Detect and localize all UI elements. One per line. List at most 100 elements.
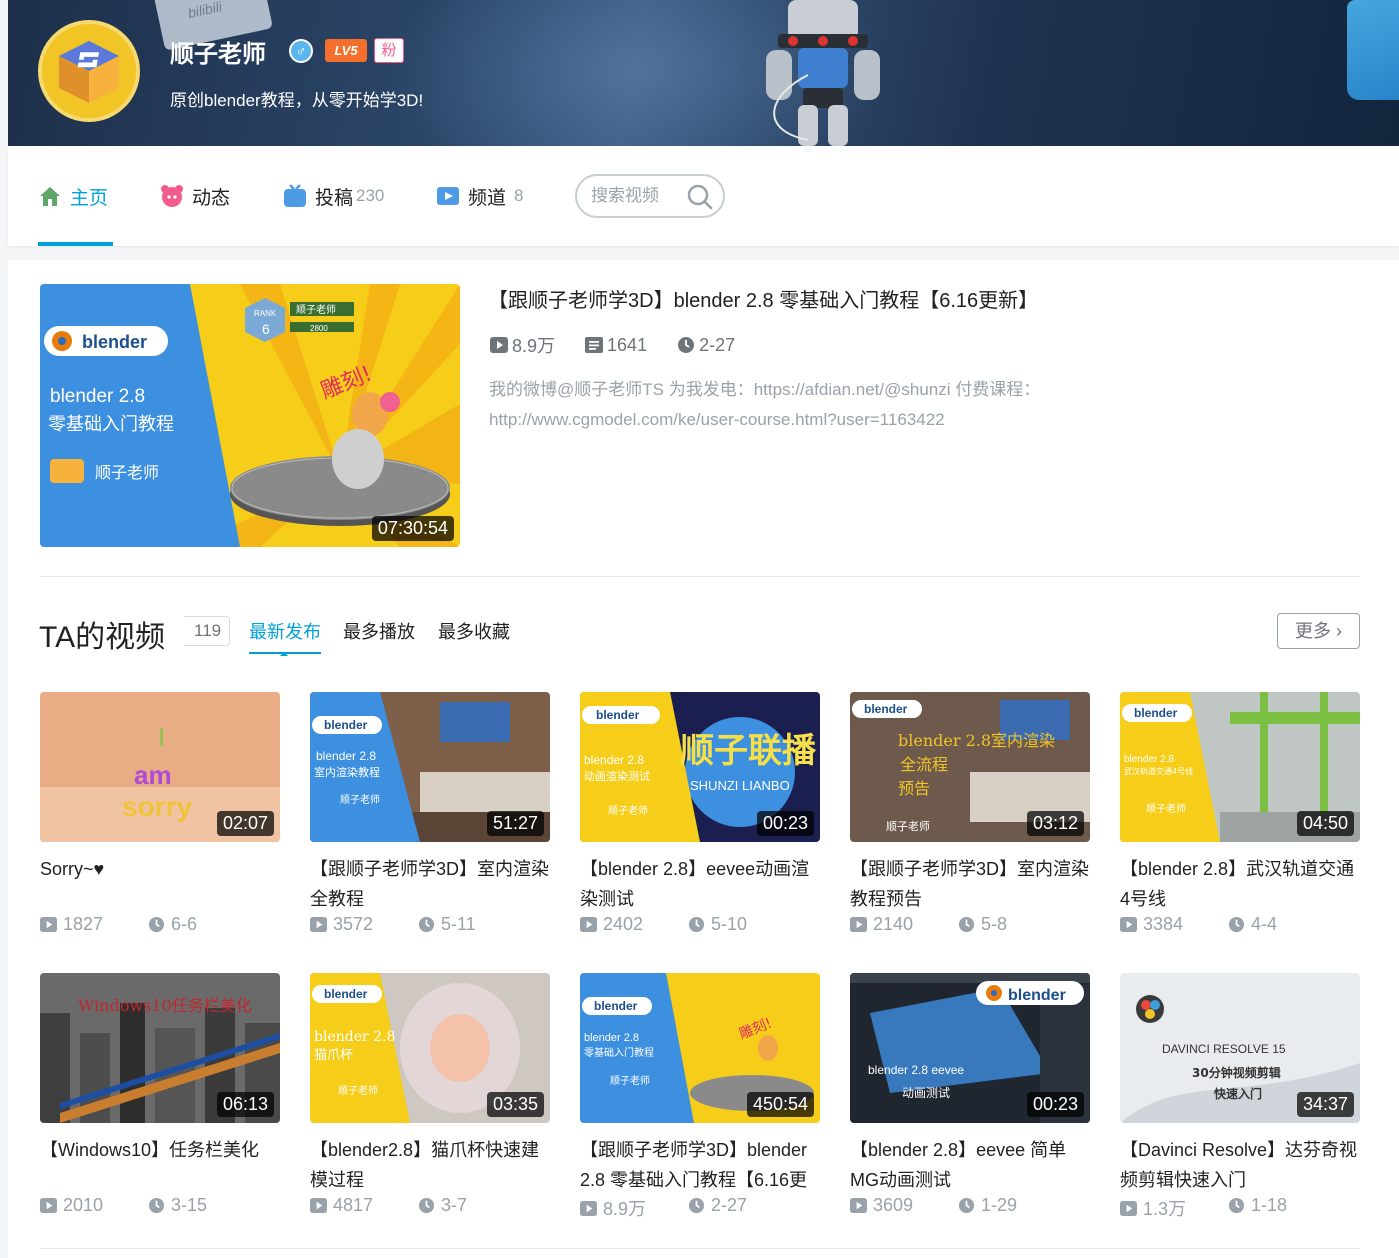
tv-icon [284, 184, 306, 207]
video-title[interactable]: 【blender 2.8】eevee动画渲染测试 [580, 854, 820, 914]
video-duration: 02:07 [216, 811, 274, 836]
video-play-count: 2140 [873, 914, 914, 934]
tab-dynamic-label: 动态 [192, 187, 231, 209]
username: 顺子老师 [170, 41, 266, 68]
featured-cover-image: blender blender 2.8 零基础入门教程 顺子老师 RANK 6 … [40, 284, 460, 547]
danmaku-icon [585, 337, 604, 353]
featured-video-title[interactable]: 【跟顺子老师学3D】blender 2.8 零基础入门教程【6.16更新】 [488, 284, 1038, 313]
channel-icon [437, 187, 459, 205]
thumb-word: 武汉轨道交通4号线 [1124, 766, 1193, 776]
video-play-count: 3572 [333, 914, 374, 934]
fan-badge[interactable]: 粉 [374, 38, 404, 63]
video-title[interactable]: 【blender 2.8】武汉轨道交通4号线 [1120, 854, 1360, 914]
thumb-word: blender [596, 708, 640, 722]
banner-robot-illustration [766, 0, 880, 146]
video-date: 2-27 [711, 1195, 748, 1215]
video-title[interactable]: 【Windows10】任务栏美化 [40, 1135, 280, 1165]
thumb-word: I [158, 722, 165, 752]
video-title[interactable]: 【Davinci Resolve】达芬奇视频剪辑快速入门 [1120, 1135, 1360, 1195]
video-card[interactable]: Windows10任务栏美化 06:13 【Windows10】任务栏美化 20… [40, 973, 280, 1233]
video-title[interactable]: Sorry~♥ [40, 854, 280, 884]
clock-icon [688, 1197, 705, 1214]
sort-tab-newest[interactable]: 最新发布 [249, 618, 321, 644]
video-duration: 03:12 [1026, 811, 1084, 836]
video-card[interactable]: DAVINCI RESOLVE 15 30分钟视频剪辑 快速入门 34:37 【… [1120, 973, 1360, 1233]
thumb-word: SHUNZI LIANBO [690, 778, 790, 793]
sort-tab-most-favorited[interactable]: 最多收藏 [438, 618, 510, 644]
clock-icon [678, 337, 695, 353]
video-card[interactable]: blender blender 2.8 猫爪杯 顺子老师 03:35 【blen… [310, 973, 550, 1233]
video-card[interactable]: blender blender 2.8室内渲染 全流程 预告 顺子老师 03:1… [850, 692, 1090, 952]
play-count-icon [40, 916, 57, 933]
video-date: 3-15 [171, 1195, 208, 1215]
thumb-word: 顺子老师 [1146, 802, 1186, 815]
video-card[interactable]: blender blender 2.8 eevee 动画测试 00:23 【bl… [850, 973, 1090, 1233]
thumb-word: blender 2.8 [1124, 754, 1174, 765]
level-badge: LV5 [325, 39, 367, 62]
more-videos-label: 更多 [1294, 621, 1331, 641]
video-thumbnail[interactable]: Windows10任务栏美化 06:13 [40, 973, 280, 1123]
play-count-icon [310, 916, 327, 933]
video-title[interactable]: 【blender2.8】猫爪杯快速建模过程 [310, 1135, 550, 1195]
video-card[interactable]: blender blender 2.8 零基础入门教程 顺子老师 雕刻! 450… [580, 973, 820, 1233]
featured-cover-rank-name: 顺子老师 [296, 303, 336, 316]
sort-tab-most-played[interactable]: 最多播放 [343, 618, 415, 644]
video-play-count: 4817 [333, 1195, 374, 1215]
video-date: 5-11 [441, 914, 476, 934]
video-thumbnail[interactable]: blender blender 2.8 eevee 动画测试 00:23 [850, 973, 1090, 1123]
tab-home[interactable]: 主页 [38, 182, 108, 210]
video-thumbnail[interactable]: blender blender 2.8 动画渲染测试 顺子老师 顺子联播 SHU… [580, 692, 820, 842]
video-date: 5-8 [981, 914, 1008, 934]
video-title[interactable]: 【跟顺子老师学3D】室内渲染教程预告 [850, 854, 1090, 914]
video-thumbnail[interactable]: blender blender 2.8 武汉轨道交通4号线 顺子老师 04:50 [1120, 692, 1360, 842]
tab-videos[interactable]: 投稿 230 [283, 182, 384, 210]
more-videos-button[interactable]: 更多 › [1277, 613, 1360, 649]
clock-icon [1228, 916, 1245, 933]
video-thumbnail[interactable]: blender blender 2.8室内渲染 全流程 预告 顺子老师 03:1… [850, 692, 1090, 842]
clock-icon [958, 916, 975, 933]
video-thumbnail[interactable]: blender blender 2.8 零基础入门教程 顺子老师 雕刻! 450… [580, 973, 820, 1123]
tab-channels-count: 8 [514, 186, 524, 205]
play-count-icon [1120, 916, 1137, 933]
video-thumbnail[interactable]: I am sorry 02:07 [40, 692, 280, 842]
play-count-icon [40, 1197, 57, 1214]
clock-icon [418, 1197, 435, 1214]
avatar[interactable] [38, 20, 140, 122]
video-card[interactable]: blender blender 2.8 室内渲染教程 顺子老师 51:27 【跟… [310, 692, 550, 952]
thumb-word: am [134, 760, 172, 790]
video-title[interactable]: 【blender 2.8】eevee 简单MG动画测试 [850, 1135, 1090, 1195]
video-play-count: 3609 [873, 1195, 914, 1215]
video-card[interactable]: blender blender 2.8 动画渲染测试 顺子老师 顺子联播 SHU… [580, 692, 820, 952]
search-icon[interactable] [687, 184, 713, 210]
chevron-right-icon: › [1336, 621, 1342, 641]
thumb-word: blender [594, 999, 638, 1013]
tab-channels-label: 频道 [468, 187, 507, 209]
tab-dynamic[interactable]: 动态 [160, 182, 230, 210]
search-video-input[interactable] [591, 185, 686, 207]
thumb-word: blender 2.8室内渲染 [898, 731, 1055, 750]
video-play-count: 3384 [1143, 914, 1184, 934]
featured-play-count: 8.9万 [512, 336, 556, 356]
video-play-count: 2402 [603, 914, 644, 934]
user-signature: 原创blender教程，从零开始学3D! [170, 91, 424, 110]
video-thumbnail[interactable]: blender blender 2.8 室内渲染教程 顺子老师 51:27 [310, 692, 550, 842]
video-card[interactable]: I am sorry 02:07 Sorry~♥ 1827 6-6 [40, 692, 280, 952]
play-count-icon [850, 1197, 867, 1214]
tab-channels[interactable]: 频道 8 [436, 182, 523, 210]
video-title[interactable]: 【跟顺子老师学3D】室内渲染全教程 [310, 854, 550, 914]
video-thumbnail[interactable]: blender blender 2.8 猫爪杯 顺子老师 03:35 [310, 973, 550, 1123]
featured-video-thumbnail[interactable]: blender blender 2.8 零基础入门教程 顺子老师 RANK 6 … [40, 284, 460, 547]
space-nav: 主页 动态 投稿 230 频道 8 [8, 146, 1399, 246]
thumb-word: 顺子老师 [608, 804, 648, 817]
video-card[interactable]: blender blender 2.8 武汉轨道交通4号线 顺子老师 04:50… [1120, 692, 1360, 952]
thumb-word: 零基础入门教程 [584, 1046, 654, 1059]
thumb-word: DAVINCI RESOLVE 15 [1162, 1042, 1286, 1056]
thumb-word: Windows10任务栏美化 [78, 996, 252, 1015]
video-thumbnail[interactable]: DAVINCI RESOLVE 15 30分钟视频剪辑 快速入门 34:37 [1120, 973, 1360, 1123]
video-title[interactable]: 【跟顺子老师学3D】blender 2.8 零基础入门教程【6.16更 [580, 1135, 820, 1195]
clock-icon [688, 916, 705, 933]
clock-icon [148, 1197, 165, 1214]
featured-cover-rank-num: 6 [262, 321, 270, 337]
video-duration: 00:23 [1026, 1092, 1084, 1117]
video-duration: 04:50 [1296, 811, 1354, 836]
